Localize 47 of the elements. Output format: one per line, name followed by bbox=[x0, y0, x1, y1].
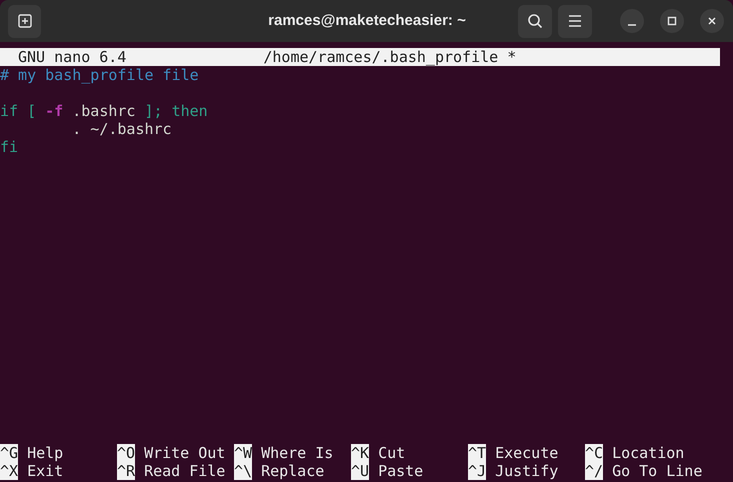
nano-version: GNU nano 6.4 bbox=[18, 48, 126, 66]
shortcut-key: ^W bbox=[234, 444, 252, 462]
code-text: [ bbox=[26, 102, 38, 120]
shortcut-key: ^/ bbox=[585, 462, 604, 480]
window-title: ramces@maketecheasier: ~ bbox=[267, 10, 467, 31]
shortcut-label: Help bbox=[27, 444, 64, 462]
code-text: if bbox=[0, 102, 18, 120]
code-text: -f bbox=[45, 102, 64, 120]
shortcut-label: Exit bbox=[27, 462, 64, 480]
shortcut-key: ^J bbox=[468, 462, 486, 480]
maximize-button[interactable] bbox=[660, 9, 684, 33]
code-text: # my bash_profile file bbox=[0, 66, 199, 84]
shortcut-label: Go To Line bbox=[612, 462, 702, 480]
shortcut-label: Location bbox=[612, 444, 684, 462]
shortcut-key: ^X bbox=[0, 462, 18, 480]
shortcut-label: Justify bbox=[495, 462, 558, 480]
minimize-button[interactable] bbox=[620, 9, 644, 33]
close-icon bbox=[707, 16, 717, 26]
shortcut-key: ^O bbox=[117, 444, 136, 462]
shortcut-label: Write Out bbox=[144, 444, 226, 462]
minimize-icon bbox=[628, 24, 636, 26]
new-tab-button[interactable] bbox=[8, 4, 41, 38]
code-text: . ~/.bashrc bbox=[71, 120, 172, 138]
shortcut-label: Replace bbox=[261, 462, 324, 480]
menu-icon bbox=[568, 15, 582, 27]
shortcut-key: ^K bbox=[351, 444, 370, 462]
shortcut-key: ^G bbox=[0, 444, 18, 462]
shortcut-label: Read File bbox=[144, 462, 226, 480]
shortcut-label: Execute bbox=[495, 444, 558, 462]
code-text: fi bbox=[0, 138, 18, 156]
search-button[interactable] bbox=[518, 4, 552, 38]
shortcut-label: Where Is bbox=[261, 444, 334, 462]
shortcut-key: ^T bbox=[468, 444, 486, 462]
maximize-icon bbox=[667, 16, 677, 26]
shortcut-label: Cut bbox=[378, 444, 406, 462]
search-icon bbox=[527, 13, 543, 29]
shortcut-key: ^\ bbox=[234, 462, 252, 480]
shortcut-key: ^C bbox=[585, 444, 604, 462]
menu-button[interactable] bbox=[558, 4, 592, 38]
file-path: /home/ramces/.bash_profile * bbox=[263, 48, 516, 66]
shortcut-key: ^U bbox=[351, 462, 370, 480]
shortcut-label: Paste bbox=[378, 462, 424, 480]
shortcut-key: ^R bbox=[117, 462, 136, 480]
close-button[interactable] bbox=[700, 9, 724, 33]
new-tab-icon bbox=[16, 13, 32, 29]
code-text: ]; then bbox=[144, 102, 208, 120]
code-text: .bashrc bbox=[71, 102, 136, 120]
